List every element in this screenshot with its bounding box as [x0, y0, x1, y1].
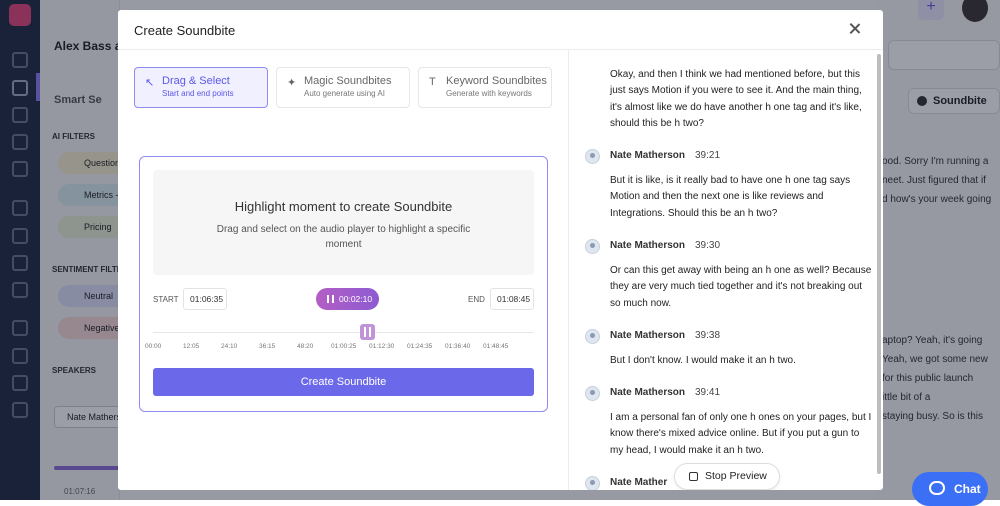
- instruction-panel: Highlight moment to create Soundbite Dra…: [153, 170, 534, 275]
- stop-preview-button[interactable]: Stop Preview: [674, 463, 780, 490]
- speaker-name: Nate Matherson: [610, 150, 686, 161]
- timeline-tick: 01:36:40: [445, 343, 471, 350]
- timeline-tick: 00:00: [145, 343, 162, 350]
- create-soundbite-button[interactable]: Create Soundbite: [153, 368, 534, 396]
- end-time-field[interactable]: 01:08:45: [490, 288, 534, 310]
- sparkle-icon: ✦: [287, 77, 297, 89]
- create-soundbite-modal: Create Soundbite ↖ Drag & Select Start a…: [118, 10, 883, 490]
- text-icon: T: [429, 76, 436, 88]
- play-time: 00:02:10: [339, 294, 373, 304]
- segment-timestamp[interactable]: 39:38: [695, 330, 720, 341]
- speaker-name: Nate Matherson: [610, 387, 686, 398]
- start-time-field[interactable]: 01:06:35: [183, 288, 227, 310]
- mode-subtitle: Auto generate using AI: [304, 89, 385, 98]
- mode-title: Drag & Select: [162, 75, 230, 87]
- speaker-avatar-icon: [585, 239, 600, 254]
- mode-subtitle: Generate with keywords: [446, 89, 532, 98]
- stop-icon: [689, 472, 698, 481]
- speaker-avatar-icon: [585, 329, 600, 344]
- transcript-panel[interactable]: Okay, and then I think we had mentioned …: [585, 50, 875, 490]
- timeline-tick: 01:00:25: [331, 343, 357, 350]
- segment-timestamp[interactable]: 39:21: [695, 150, 720, 161]
- selection-handle[interactable]: [360, 324, 375, 340]
- mode-subtitle: Start and end points: [162, 89, 234, 98]
- mode-drag-select[interactable]: ↖ Drag & Select Start and end points: [134, 67, 268, 108]
- timeline-tick: 24:10: [221, 343, 238, 350]
- chat-button[interactable]: Chat: [912, 472, 988, 506]
- timeline-tick: 01:12:30: [369, 343, 395, 350]
- speaker-name: Nate Mather: [610, 477, 668, 488]
- transcript-scrollbar[interactable]: [877, 54, 881, 474]
- modal-title: Create Soundbite: [134, 23, 236, 38]
- close-icon[interactable]: [848, 22, 862, 36]
- speaker-name: Nate Matherson: [610, 240, 686, 251]
- segment-timestamp[interactable]: 39:30: [695, 240, 720, 251]
- timeline-tick: 48:20: [297, 343, 314, 350]
- segment-text: Or can this get away with being an h one…: [610, 265, 872, 309]
- modal-header: Create Soundbite: [118, 10, 883, 50]
- segment-text: But I don't know. I would make it an h t…: [610, 355, 796, 366]
- play-pause-button[interactable]: 00:02:10: [316, 288, 379, 310]
- timeline-tick: 12:05: [183, 343, 200, 350]
- start-label: START: [153, 295, 179, 304]
- panel-divider: [568, 50, 569, 490]
- speaker-avatar-icon: [585, 386, 600, 401]
- cursor-icon: ↖: [145, 77, 155, 89]
- timeline-tick: 01:24:35: [407, 343, 433, 350]
- speaker-avatar-icon: [585, 149, 600, 164]
- segment-text: But it is like, is it really bad to have…: [610, 175, 851, 219]
- mode-title: Magic Soundbites: [304, 75, 392, 87]
- instruction-text: Drag and select on the audio player to h…: [216, 224, 471, 250]
- mode-keyword-soundbites[interactable]: T Keyword Soundbites Generate with keywo…: [418, 67, 552, 108]
- timeline-tick: 36:15: [259, 343, 276, 350]
- soundbite-editor: Highlight moment to create Soundbite Dra…: [139, 156, 548, 412]
- segment-timestamp[interactable]: 39:41: [695, 387, 720, 398]
- segment-text: Okay, and then I think we had mentioned …: [610, 69, 862, 130]
- mode-title: Keyword Soundbites: [446, 75, 547, 87]
- segment-text: I am a personal fan of only one h ones o…: [610, 412, 872, 456]
- stop-preview-label: Stop Preview: [705, 470, 767, 482]
- pause-icon: [327, 295, 334, 303]
- mode-magic-soundbites[interactable]: ✦ Magic Soundbites Auto generate using A…: [276, 67, 410, 108]
- speaker-avatar-icon: [585, 476, 600, 490]
- chat-label: Chat: [954, 482, 981, 496]
- chat-bubble-icon: [929, 481, 945, 495]
- audio-timeline[interactable]: [153, 332, 534, 333]
- timeline-tick: 01:48:45: [483, 343, 509, 350]
- speaker-name: Nate Matherson: [610, 330, 686, 341]
- end-label: END: [468, 295, 485, 304]
- instruction-heading: Highlight moment to create Soundbite: [234, 199, 453, 214]
